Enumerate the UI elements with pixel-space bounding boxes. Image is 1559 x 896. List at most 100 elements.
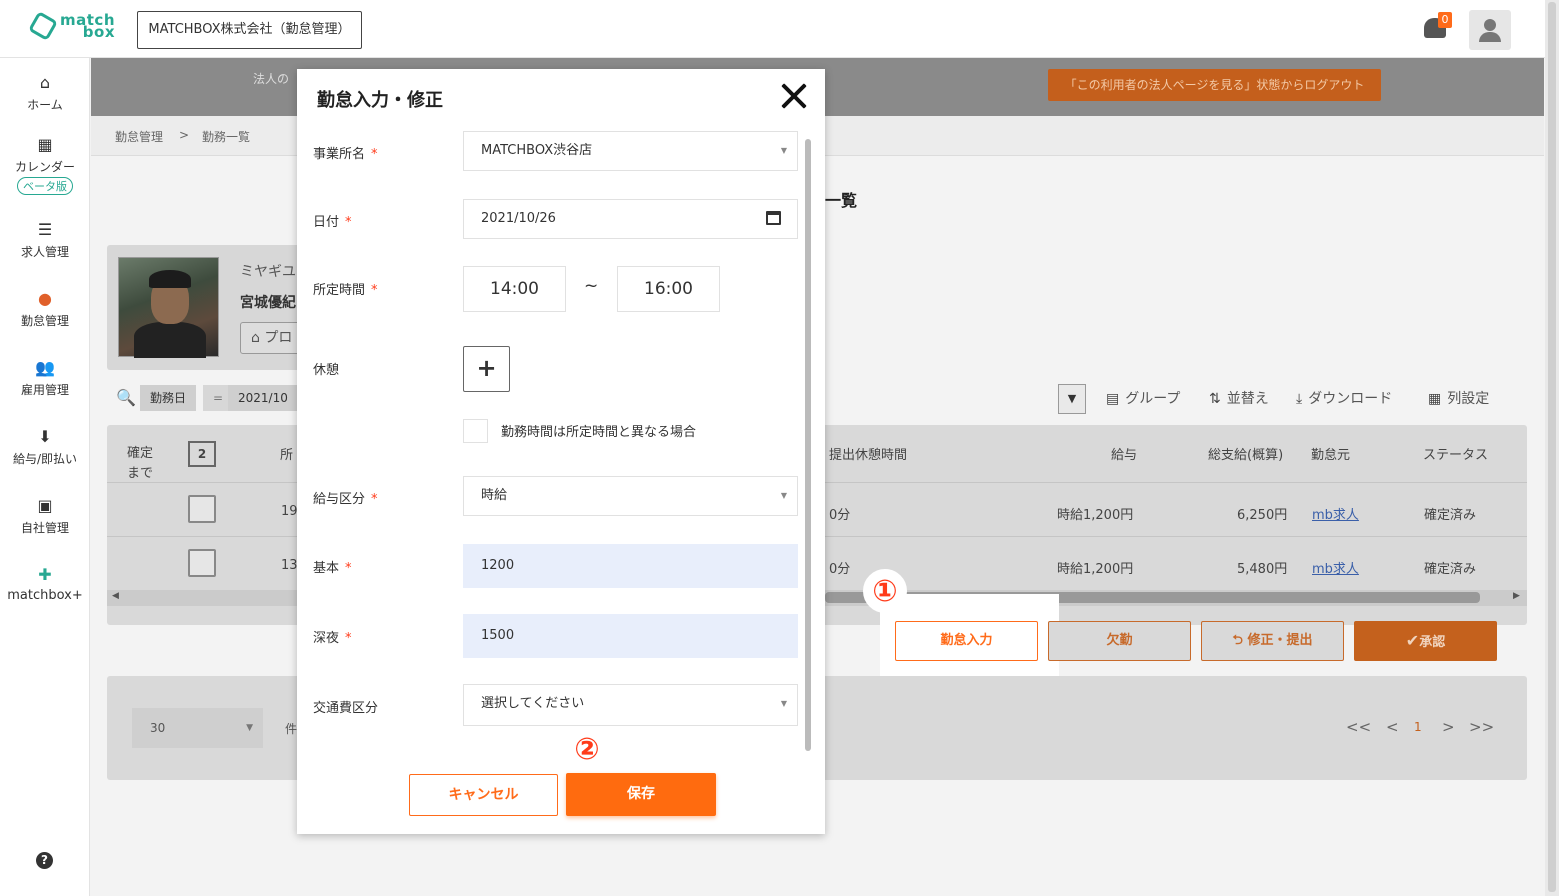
notification-bell-icon[interactable]: 0: [1422, 12, 1452, 44]
current-page[interactable]: 1: [1414, 720, 1422, 734]
check-icon: ✔: [1405, 631, 1420, 650]
filter-dropdown[interactable]: ▼: [1058, 384, 1086, 414]
profile-photo: [118, 257, 219, 358]
close-icon[interactable]: [780, 82, 808, 110]
save-button[interactable]: 保存: [566, 773, 716, 816]
next-page-button[interactable]: >: [1442, 718, 1455, 736]
company-selector[interactable]: MATCHBOX株式会社（勤怠管理）: [137, 11, 362, 49]
chevron-down-icon: ▼: [780, 146, 787, 155]
profile-button[interactable]: ⌂ プロ: [240, 322, 300, 354]
header-confirm: 確定 まで: [127, 446, 154, 481]
status-cell: 確定済み: [1424, 508, 1477, 523]
banner-text: 法人の: [253, 72, 290, 86]
page-scrollbar[interactable]: [1545, 0, 1559, 896]
end-time-input[interactable]: 16:00: [617, 266, 720, 312]
plus-circle-icon: ✚: [38, 565, 52, 584]
sidebar-item-payroll[interactable]: ⬇ 給与/即払い: [0, 428, 90, 467]
base-pay-input[interactable]: 1200: [463, 544, 798, 588]
table-cell: 5,480円: [1237, 562, 1288, 577]
calendar-icon[interactable]: [766, 211, 781, 225]
sort-icon: ⇅: [1209, 391, 1221, 407]
breadcrumb-separator: >: [179, 128, 190, 142]
source-link[interactable]: mb求人: [1312, 504, 1359, 523]
different-hours-checkbox[interactable]: [463, 419, 488, 443]
row-checkbox[interactable]: [188, 549, 216, 577]
scheduled-time-label: 所定時間 *: [313, 283, 378, 298]
chevron-down-icon: ▼: [246, 723, 253, 733]
undo-icon: ⮌: [1232, 633, 1248, 648]
sidebar-item-jobs[interactable]: ☰ 求人管理: [0, 221, 90, 260]
matchbox-logo[interactable]: match box: [27, 10, 115, 42]
columns-icon: ▦: [1428, 391, 1442, 407]
row-checkbox[interactable]: [188, 495, 216, 523]
sidebar-item-calendar[interactable]: ▦ カレンダー ベータ版: [0, 136, 90, 195]
sidebar-item-company[interactable]: ▣ 自社管理: [0, 497, 90, 536]
tool-sort[interactable]: ⇅ 並替え: [1209, 388, 1269, 408]
table-cell: 19: [281, 504, 298, 519]
different-hours-label[interactable]: 勤務時間は所定時間と異なる場合: [501, 421, 696, 440]
group-icon: ▤: [1106, 391, 1120, 407]
header-partial: 所: [280, 448, 294, 463]
sidebar-item-home[interactable]: ⌂ ホーム: [0, 74, 90, 113]
fix-submit-button[interactable]: ⮌ 修正・提出: [1201, 621, 1344, 661]
add-break-button[interactable]: +: [463, 346, 510, 392]
date-input[interactable]: 2021/10/26: [463, 199, 798, 239]
filter-value[interactable]: 2021/10: [228, 385, 298, 411]
page-title: 一覧: [825, 191, 858, 210]
tool-download[interactable]: ⤓ ダウンロード: [1296, 388, 1392, 408]
transport-select[interactable]: 選択してください ▼: [463, 684, 798, 726]
scroll-left-icon[interactable]: ◀: [112, 591, 119, 601]
filter-field[interactable]: 勤務日: [140, 385, 197, 411]
attendance-icon: ●: [38, 289, 52, 308]
chevron-down-icon: ▼: [780, 699, 787, 708]
sidebar-item-matchbox-plus[interactable]: ✚ matchbox+: [0, 565, 90, 604]
night-pay-input[interactable]: 1500: [463, 614, 798, 658]
office-select[interactable]: MATCHBOX渋谷店 ▼: [463, 131, 798, 171]
logo-hex-icon: [27, 10, 59, 42]
building-icon: ▣: [37, 496, 53, 515]
prev-page-button[interactable]: <: [1386, 718, 1399, 736]
cancel-button[interactable]: キャンセル: [409, 774, 558, 816]
start-time-input[interactable]: 14:00: [463, 266, 566, 312]
pay-type-select[interactable]: 時給 ▼: [463, 476, 798, 516]
users-icon: 👥: [35, 358, 55, 377]
logout-impersonation-button[interactable]: 「この利用者の法人ページを見る」状態からログアウト: [1048, 69, 1381, 101]
table-cell: 0分: [829, 562, 851, 577]
profile-kana: ミヤギユ: [240, 264, 296, 280]
source-link[interactable]: mb求人: [1312, 558, 1359, 577]
header-break[interactable]: 提出休憩時間: [829, 444, 907, 463]
table-cell: 時給1,200円: [1057, 508, 1134, 523]
breadcrumb-current: 勤務一覧: [202, 130, 251, 144]
header-source[interactable]: 勤怠元: [1311, 444, 1350, 463]
modal-scrollbar[interactable]: [805, 139, 811, 751]
home-icon: ⌂: [39, 73, 51, 92]
transport-label: 交通費区分: [313, 701, 379, 716]
approve-button[interactable]: ✔承認: [1354, 621, 1497, 661]
search-icon[interactable]: 🔍: [116, 388, 136, 407]
first-page-button[interactable]: <<: [1346, 718, 1371, 736]
user-avatar-icon[interactable]: [1469, 10, 1511, 50]
table-cell: 0分: [829, 508, 851, 523]
breadcrumb-parent[interactable]: 勤怠管理: [115, 128, 163, 145]
time-separator: ~: [584, 276, 599, 296]
tool-group[interactable]: ▤ グループ: [1106, 388, 1180, 408]
attendance-input-button[interactable]: 勤怠入力: [895, 621, 1038, 661]
header-salary[interactable]: 給与: [1111, 444, 1137, 463]
beta-badge: ベータ版: [17, 177, 73, 195]
per-page-select[interactable]: 30 ▼: [132, 708, 263, 748]
tool-columns[interactable]: ▦ 列設定: [1428, 388, 1489, 408]
absence-button[interactable]: 欠勤: [1048, 621, 1191, 661]
modal-title: 勤怠入力・修正: [317, 90, 443, 111]
night-pay-label: 深夜 *: [313, 631, 352, 646]
sidebar-item-employment[interactable]: 👥 雇用管理: [0, 359, 90, 398]
sidebar-item-attendance[interactable]: ● 勤怠管理: [0, 290, 90, 329]
header-status[interactable]: ステータス: [1423, 444, 1488, 463]
last-page-button[interactable]: >>: [1469, 718, 1494, 736]
notification-badge: 0: [1438, 12, 1452, 28]
break-label: 休憩: [313, 363, 340, 378]
scroll-right-icon[interactable]: ▶: [1513, 591, 1520, 601]
header-total[interactable]: 総支給(概算): [1208, 444, 1283, 463]
help-icon[interactable]: ?: [36, 852, 53, 869]
header-count: 2: [188, 441, 216, 467]
base-pay-label: 基本 *: [313, 561, 352, 576]
